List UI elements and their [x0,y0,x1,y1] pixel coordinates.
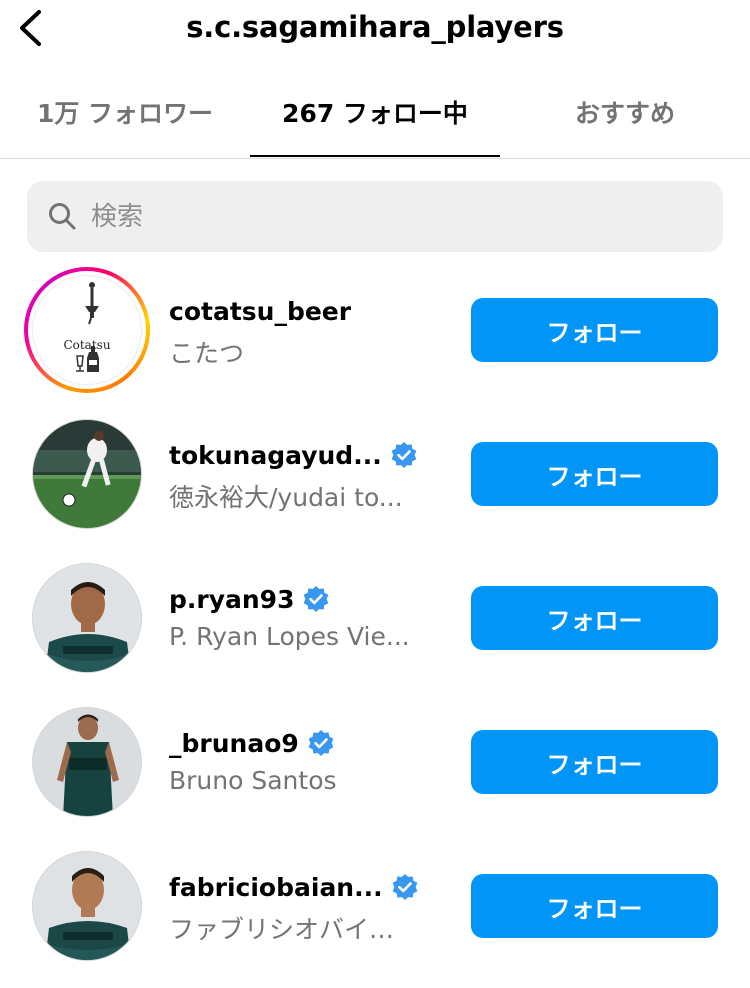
tab-bar: 1万 フォロワー 267 フォロー中 おすすめ [0,86,750,159]
verified-badge-icon [392,874,418,900]
username-line[interactable]: fabriciobaian... [169,870,419,904]
username: tokunagayud... [169,440,382,470]
avatar[interactable]: Cotatsu [24,267,150,393]
list-item[interactable]: _brunao9 Bruno Santos フォロー [0,690,750,834]
search-input[interactable] [91,181,691,252]
username-line[interactable]: cotatsu_beer [169,294,351,328]
avatar[interactable] [32,419,142,529]
username-line[interactable]: tokunagayud... [169,438,418,472]
full-name: P. Ryan Lopes Vie... [169,622,410,651]
follow-button[interactable]: フォロー [471,874,718,938]
tab-suggested[interactable]: おすすめ [500,86,750,158]
active-tab-indicator [250,155,500,157]
username: cotatsu_beer [169,296,352,326]
follow-button[interactable]: フォロー [471,442,718,506]
avatar-photo-image [33,420,141,528]
list-item[interactable]: p.ryan93 P. Ryan Lopes Vie... フォロー [0,546,750,690]
full-name: ファブリシオバイ… [169,915,395,944]
list-item[interactable]: tokunagayud... 徳永裕大/yudai to... フォロー [0,402,750,546]
full-name: こたつ [169,339,245,368]
page-title: s.c.sagamihara_players [186,10,564,44]
follow-button[interactable]: フォロー [471,730,718,794]
search-icon [49,203,76,230]
top-bar: s.c.sagamihara_players [0,0,750,60]
username: fabriciobaian... [169,872,383,902]
verified-badge-icon [304,586,329,612]
list-item[interactable]: Cotatsu cotatsu_beer こたつ フォロー [0,258,750,402]
follow-button[interactable]: フォロー [471,586,718,650]
search-bar[interactable] [27,181,723,252]
tab-followers[interactable]: 1万 フォロワー [0,86,250,158]
avatar-photo-image [33,708,141,816]
avatar[interactable] [32,707,142,817]
avatar[interactable] [32,563,142,673]
avatar-image: Cotatsu [32,275,142,385]
avatar-photo-image [33,852,141,960]
username-line[interactable]: _brunao9 [169,726,335,760]
list-item[interactable]: fabriciobaian... ファブリシオバイ… フォロー [0,834,750,978]
tab-following[interactable]: 267 フォロー中 [250,86,500,158]
story-ring: Cotatsu [28,271,146,389]
avatar-photo-image [33,564,141,672]
username-line[interactable]: p.ryan93 [169,582,330,616]
follow-button[interactable]: フォロー [471,298,718,362]
avatar-logo-text: Cotatsu [63,338,111,352]
beer-tap-logo-icon [76,282,99,372]
verified-badge-icon [391,442,417,468]
full-name: 徳永裕大/yudai to... [169,483,403,512]
avatar[interactable] [32,851,142,961]
username: _brunao9 [169,728,299,758]
verified-badge-icon [308,730,334,756]
full-name: Bruno Santos [169,766,337,795]
username: p.ryan93 [169,584,295,614]
